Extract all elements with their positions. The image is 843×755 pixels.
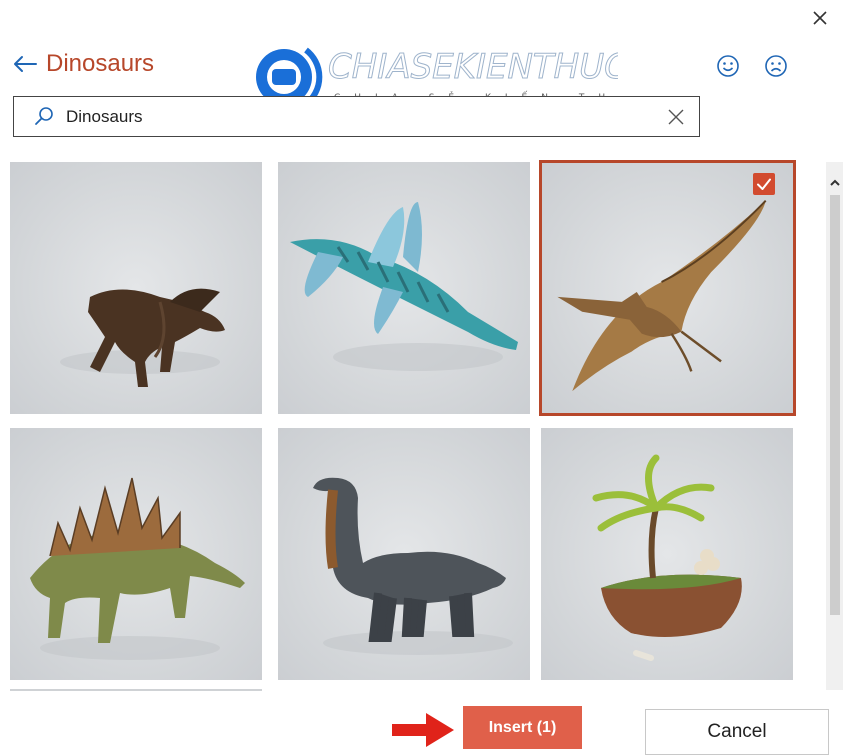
search-icon: [35, 107, 53, 125]
insert-button[interactable]: Insert (1): [463, 706, 582, 749]
arrow-left-icon: [14, 56, 37, 72]
result-tile-pterodactyl[interactable]: [539, 160, 796, 416]
svg-text:CHIASEKIENTHUC: CHIASEKIENTHUC: [328, 47, 618, 87]
results-grid: [10, 160, 796, 682]
result-tile-plesiosaur[interactable]: [278, 162, 530, 414]
search-query-text: Dinosaurs: [66, 107, 143, 126]
page-title: Dinosaurs: [46, 50, 155, 77]
next-row-edge: [10, 689, 262, 691]
result-tile-brachiosaurus[interactable]: [278, 428, 530, 680]
brachiosaurus-image: [313, 477, 513, 655]
frown-icon[interactable]: [764, 54, 788, 78]
chevron-up-icon[interactable]: [828, 176, 842, 190]
search-input[interactable]: Dinosaurs: [13, 96, 700, 137]
close-icon[interactable]: [666, 107, 686, 127]
stegosaurus-image: [30, 477, 245, 660]
cancel-button[interactable]: Cancel: [645, 709, 829, 755]
close-icon[interactable]: [808, 6, 832, 30]
pterodactyl-image: [557, 200, 767, 392]
scrollbar-thumb[interactable]: [830, 195, 840, 615]
back-button[interactable]: Dinosaurs: [12, 52, 154, 76]
nest-island-image: [592, 454, 742, 661]
checkmark-icon: [757, 178, 771, 190]
plesiosaur-image: [290, 202, 518, 371]
result-tile-stegosaurus[interactable]: [10, 428, 262, 680]
smiley-icon[interactable]: [716, 54, 740, 78]
result-tile-parasaurolophus[interactable]: [10, 162, 262, 414]
selected-checkbox[interactable]: [753, 173, 775, 195]
result-tile-nest-island[interactable]: [541, 428, 793, 680]
arrow-right-icon: [392, 713, 454, 747]
parasaurolophus-image: [60, 288, 225, 387]
